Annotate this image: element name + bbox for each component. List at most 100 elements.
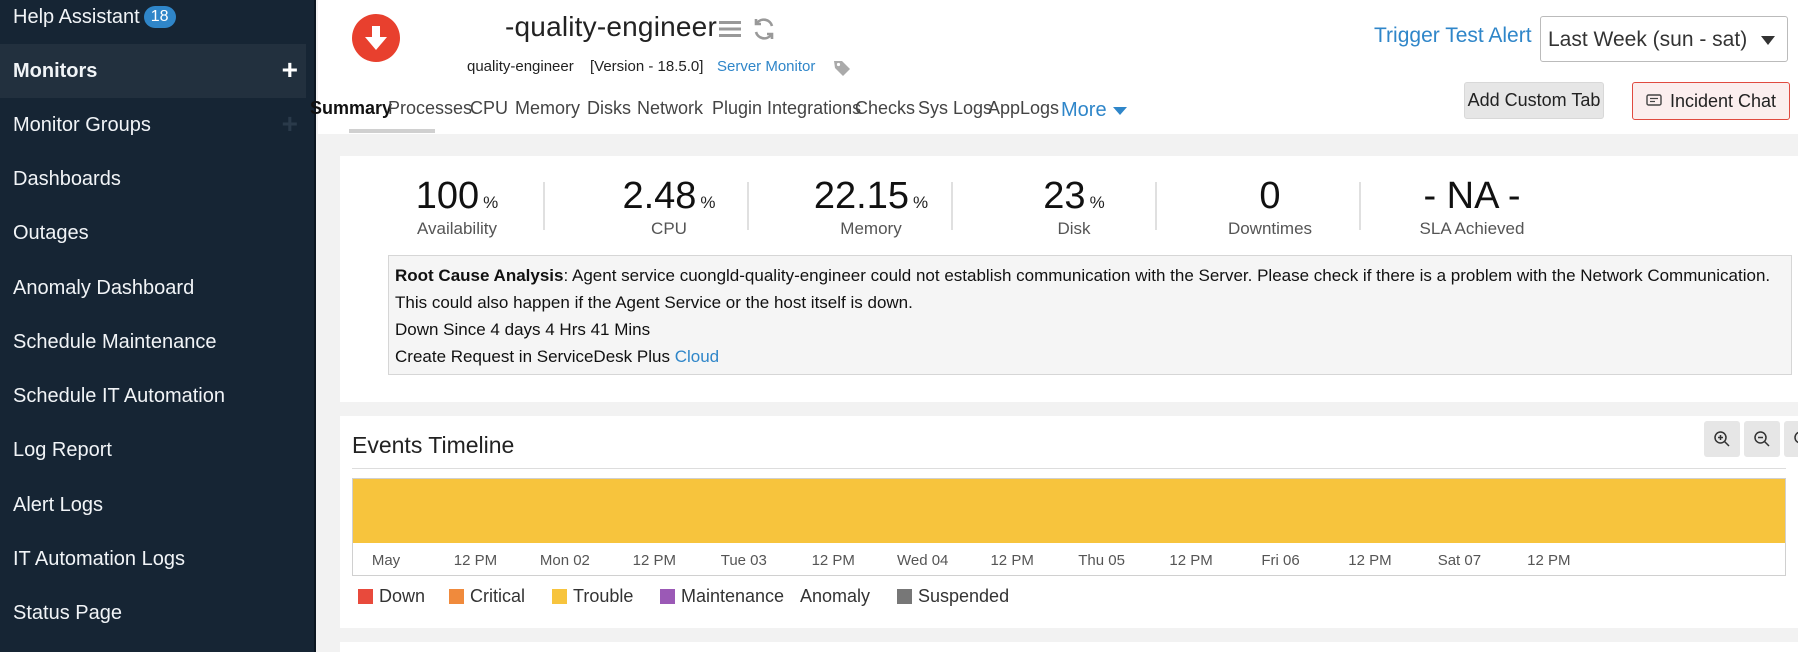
stat-cpu: 2.48% CPU (552, 174, 786, 239)
stat-label: CPU (651, 219, 687, 238)
sidebar-item-schedule-maintenance[interactable]: Schedule Maintenance (0, 315, 306, 369)
rca-text: : Agent service cuongld-quality-engineer… (395, 266, 1771, 312)
sidebar-item-help-assistant[interactable]: Help Assistant 18 (0, 0, 306, 43)
chevron-down-icon (1112, 106, 1127, 115)
legend-item-anomaly: Anomaly (800, 586, 870, 607)
legend-label: Anomaly (800, 586, 871, 606)
sidebar-item-monitors[interactable]: Monitors + (0, 44, 306, 98)
zoom-in-button[interactable] (1704, 421, 1740, 457)
zoom-in-icon (1714, 431, 1730, 447)
sidebar-item-status-page[interactable]: Status Page (0, 586, 306, 640)
down-since-text: Down Since 4 days 4 Hrs 41 Mins (395, 320, 651, 339)
sidebar-item-anomaly-dashboard[interactable]: Anomaly Dashboard (0, 261, 306, 315)
down-arrow-icon (352, 14, 400, 62)
chat-icon (1646, 94, 1662, 106)
tab-processes[interactable]: Processes (388, 98, 472, 119)
legend-label: Suspended (918, 586, 1010, 606)
tab-disks[interactable]: Disks (587, 98, 631, 119)
cloud-link[interactable]: Cloud (675, 347, 719, 366)
period-select-value: Last Week (sun - sat) (1548, 28, 1748, 51)
timeline-tick-label: 12 PM (1169, 552, 1213, 569)
legend-item-critical: Critical (449, 586, 525, 607)
tab-applogs[interactable]: AppLogs (988, 98, 1059, 119)
add-custom-tab-button[interactable]: Add Custom Tab (1464, 82, 1604, 119)
add-group-plus-icon[interactable]: + (282, 110, 298, 138)
stat-divider (747, 182, 749, 230)
events-timeline-card: Events Timeline May 12 PM Mon 02 12 PM Tue 0… (340, 416, 1798, 628)
timeline-tick-label: May (371, 552, 401, 569)
sidebar-item-label: Alert Logs (13, 493, 104, 516)
stat-value: 0 (1259, 175, 1281, 217)
timeline-tick-label: 12 PM (1527, 552, 1571, 569)
sidebar-item-schedule-it-automation[interactable]: Schedule IT Automation (0, 369, 306, 423)
tab-cpu[interactable]: CPU (470, 98, 508, 119)
sidebar-item-log-report[interactable]: Log Report (0, 423, 306, 477)
sidebar-item-dashboards[interactable]: Dashboards (0, 152, 306, 206)
tab-memory[interactable]: Memory (515, 98, 580, 119)
timeline-tick-label: 12 PM (1348, 552, 1392, 569)
create-request-text: Create Request in ServiceDesk Plus (395, 347, 675, 366)
summary-card: 100% Availability 2.48% CPU 22.15% Memor… (340, 156, 1798, 402)
tab-more[interactable]: More (1061, 99, 1127, 122)
tab-plugin-integrations[interactable]: Plugin Integrations (712, 98, 861, 119)
legend-label: Critical (470, 586, 526, 606)
next-card (340, 642, 1798, 652)
timeline-tick-label: 12 PM (632, 552, 677, 569)
tag-icon[interactable] (832, 58, 852, 78)
timeline-tick-label: Fri 06 (1261, 552, 1300, 569)
sidebar-item-alert-logs[interactable]: Alert Logs (0, 478, 306, 532)
legend-item-maintenance: Maintenance (660, 586, 784, 607)
sidebar-item-label: Status Page (13, 601, 122, 624)
stat-value: 100 (415, 175, 480, 217)
sidebar-item-label: Monitors (13, 59, 98, 82)
sidebar-item-label: Log Report (13, 438, 112, 461)
stat-label: Downtimes (1227, 219, 1313, 238)
sidebar-item-monitor-groups[interactable]: Monitor Groups + (0, 98, 306, 152)
legend-label: Down (379, 586, 426, 606)
sidebar-item-label: Schedule IT Automation (13, 384, 225, 407)
tab-network[interactable]: Network (637, 98, 703, 119)
rca-heading: Root Cause Analysis (395, 266, 564, 285)
zoom-out-button[interactable] (1744, 421, 1780, 457)
monitor-type-link[interactable]: Server Monitor (717, 58, 815, 75)
stat-label: Availability (416, 219, 497, 238)
stat-sla-achieved: - NA - SLA Achieved (1355, 174, 1589, 239)
sidebar-item-label: Monitor Groups (13, 113, 151, 136)
timeline-tick-label: Mon 02 (539, 552, 590, 569)
legend-item-trouble: Trouble (552, 586, 633, 607)
timeline-bar-trouble[interactable] (353, 479, 1785, 543)
tab-sys-logs[interactable]: Sys Logs (918, 98, 992, 119)
menu-icon[interactable] (716, 15, 744, 43)
zoom-reset-button[interactable] (1784, 421, 1798, 457)
tab-summary[interactable]: Summary (310, 98, 392, 119)
timeline-tick-label: Wed 04 (896, 552, 949, 569)
notification-badge: 18 (143, 6, 176, 28)
period-select[interactable]: Last Week (sun - sat) (1540, 16, 1788, 62)
legend-label: Trouble (573, 586, 634, 606)
stat-unit: % (700, 193, 716, 212)
sidebar-item-it-automation-logs[interactable]: IT Automation Logs (0, 532, 306, 586)
tab-checks[interactable]: Checks (855, 98, 915, 119)
main-content: -quality-engineer quality-engineer [Vers… (310, 0, 1798, 652)
incident-chat-button[interactable]: Incident Chat (1632, 82, 1790, 120)
legend-item-down: Down (358, 586, 425, 607)
timeline-divider (352, 468, 1786, 469)
add-monitor-plus-icon[interactable]: + (282, 56, 298, 84)
events-timeline-title: Events Timeline (352, 432, 515, 458)
sidebar-item-outages[interactable]: Outages (0, 206, 306, 260)
root-cause-analysis-box: Root Cause Analysis: Agent service cuong… (388, 255, 1792, 375)
stat-unit: % (1089, 193, 1105, 212)
trigger-test-alert-link[interactable]: Trigger Test Alert (1374, 24, 1532, 48)
timeline-tick-label: 12 PM (990, 552, 1034, 569)
refresh-icon[interactable] (750, 15, 778, 43)
sidebar-item-label: Help Assistant (13, 5, 140, 28)
timeline-tick-label: Sat 07 (1437, 552, 1482, 569)
sidebar-item-label: Outages (13, 221, 89, 244)
monitor-title: -quality-engineer (505, 11, 717, 42)
chevron-down-icon (1761, 36, 1775, 45)
monitor-header: -quality-engineer quality-engineer [Vers… (310, 0, 1798, 134)
create-request-line: Create Request in ServiceDesk Plus Cloud (395, 343, 1785, 370)
stat-downtimes: 0 Downtimes (1153, 174, 1387, 239)
legend-swatch (897, 589, 912, 604)
incident-chat-label: Incident Chat (1669, 90, 1777, 111)
